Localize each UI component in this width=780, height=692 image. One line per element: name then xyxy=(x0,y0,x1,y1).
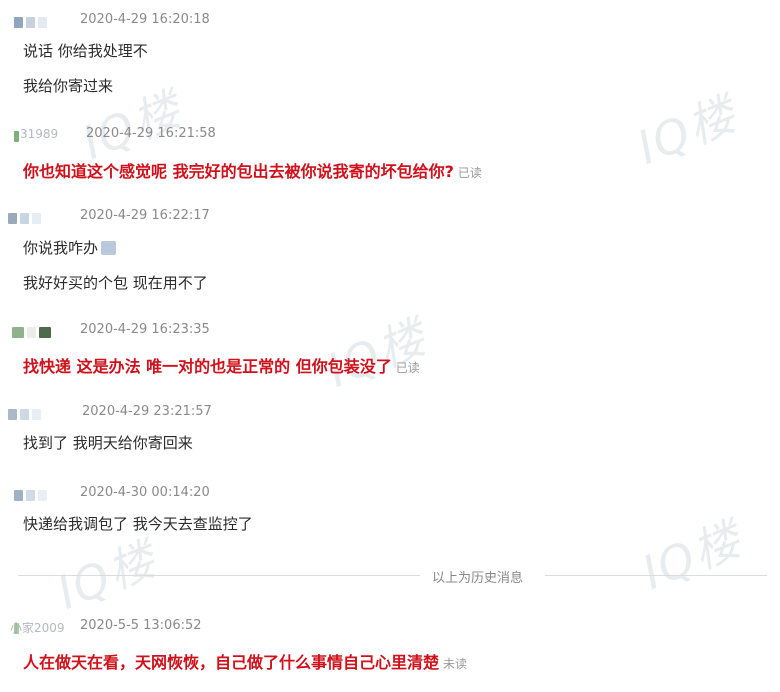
history-divider-label: 以上为历史消息 xyxy=(432,571,524,586)
avatar-tile xyxy=(27,326,36,338)
divider-line-right xyxy=(545,575,767,576)
avatar[interactable] xyxy=(14,488,62,502)
message-text: 我给你寄过来 xyxy=(23,77,114,95)
avatar-tile xyxy=(12,326,24,338)
message-text: 找到了 我明天给你寄回来 xyxy=(23,434,193,452)
chat-message: 2020-4-29 23:21:57 找到了 我明天给你寄回来 xyxy=(0,403,780,452)
avatar-tile xyxy=(8,212,17,224)
message-text-content: 找快递 这是办法 唯一对的也是正常的 但你包装没了 xyxy=(23,357,392,376)
unread-status: 未读 xyxy=(443,657,468,671)
sender-nickname: 31989 xyxy=(20,127,59,141)
avatar-tile xyxy=(14,16,23,28)
message-timestamp: 2020-4-29 16:23:35 xyxy=(80,322,210,337)
avatar-tile xyxy=(8,408,17,420)
watermark-3: IQ楼 xyxy=(634,511,750,600)
avatar-tile xyxy=(39,326,51,338)
message-timestamp: 2020-4-30 00:14:20 xyxy=(80,485,210,500)
avatar-tile xyxy=(20,212,29,224)
avatar-tile xyxy=(38,489,47,501)
avatar-tile xyxy=(32,408,41,420)
avatar[interactable] xyxy=(8,407,56,421)
avatar-tile xyxy=(26,489,35,501)
message-text-content: 人在做天在看，天网恢恢，自己做了什么事情自己心里清楚 xyxy=(23,653,440,672)
chat-message: 小家2009 2020-5-5 13:06:52 人在做天在看，天网恢恢，自己做… xyxy=(0,617,780,672)
message-timestamp: 2020-5-5 13:06:52 xyxy=(80,618,202,633)
sender-nickname: 小家2009 xyxy=(10,621,65,635)
message-text: 你也知道这个感觉呢 我完好的包出去被你说我寄的坏包给你? 已读 xyxy=(23,158,482,182)
message-text-content: 你说我咋办 xyxy=(23,239,99,257)
avatar[interactable] xyxy=(8,211,56,225)
avatar-tile xyxy=(14,130,19,142)
chat-message: 31989 2020-4-29 16:21:58 你也知道这个感觉呢 我完好的包… xyxy=(0,125,780,181)
read-status: 已读 xyxy=(457,166,482,180)
emoji-icon xyxy=(101,241,117,255)
message-timestamp: 2020-4-29 16:21:58 xyxy=(86,126,216,141)
message-text: 找快递 这是办法 唯一对的也是正常的 但你包装没了 已读 xyxy=(23,353,420,377)
avatar-tile xyxy=(38,16,47,28)
message-text: 说话 你给我处理不 xyxy=(23,42,148,60)
history-divider: 以上为历史消息 xyxy=(0,568,780,586)
avatar[interactable] xyxy=(14,15,62,29)
message-text: 快递给我调包了 我今天去查监控了 xyxy=(23,515,253,533)
message-text-content: 你也知道这个感觉呢 我完好的包出去被你说我寄的坏包给你? xyxy=(23,162,454,181)
message-timestamp: 2020-4-29 16:22:17 xyxy=(80,208,210,223)
chat-message: 2020-4-29 16:23:35 找快递 这是办法 唯一对的也是正常的 但你… xyxy=(0,321,780,376)
divider-line-left xyxy=(18,575,420,576)
watermark-2: IQ楼 xyxy=(319,309,435,398)
chat-message: 2020-4-29 16:22:17 你说我咋办 我好好买的个包 现在用不了 xyxy=(0,207,780,292)
avatar[interactable] xyxy=(12,325,60,339)
message-timestamp: 2020-4-29 23:21:57 xyxy=(82,404,212,419)
chat-message: 2020-4-30 00:14:20 快递给我调包了 我今天去查监控了 xyxy=(0,484,780,533)
avatar-tile xyxy=(14,489,23,501)
message-text: 人在做天在看，天网恢恢，自己做了什么事情自己心里清楚 未读 xyxy=(23,649,467,673)
chat-message: 2020-4-29 16:20:18 说话 你给我处理不 我给你寄过来 xyxy=(0,11,780,95)
message-text: 我好好买的个包 现在用不了 xyxy=(23,274,208,292)
avatar-tile xyxy=(20,408,29,420)
message-text: 你说我咋办 xyxy=(23,237,117,258)
avatar-tile xyxy=(32,212,41,224)
read-status: 已读 xyxy=(395,361,420,375)
message-timestamp: 2020-4-29 16:20:18 xyxy=(80,12,210,27)
avatar-tile xyxy=(26,16,35,28)
